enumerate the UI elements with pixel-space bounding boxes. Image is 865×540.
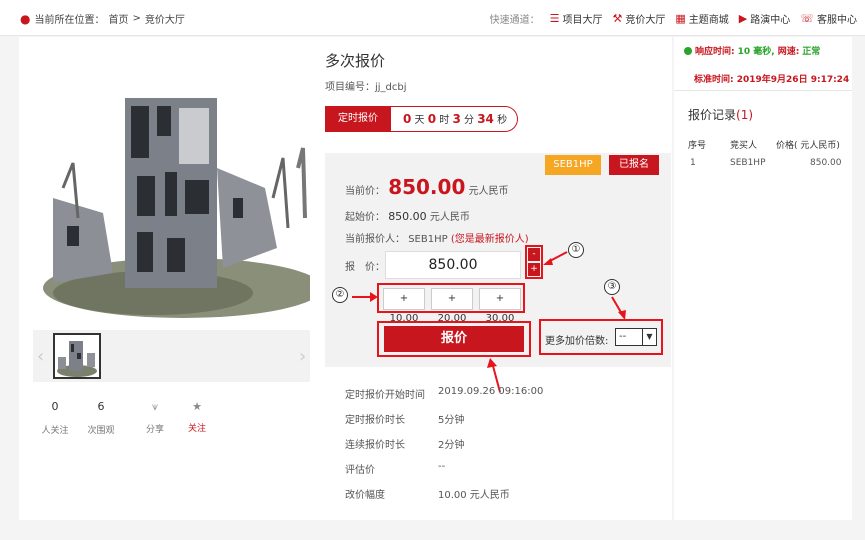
- response-value: 10 毫秒,: [737, 47, 775, 57]
- records-header-cell: 竞买人: [730, 141, 758, 151]
- detail-value: --: [438, 461, 446, 472]
- response-status: 响应时间: 10 毫秒, 网速: 正常: [684, 44, 820, 57]
- annotation-1: ①: [568, 242, 584, 258]
- detail-row: 定时报价开始时间 2019.09.26 09:16:00: [345, 386, 543, 401]
- detail-label: 评估价: [345, 465, 375, 476]
- annotation-3: ③: [604, 279, 620, 295]
- detail-label: 改价幅度: [345, 490, 385, 501]
- records-header-cell: 序号: [688, 141, 707, 151]
- response-label: 响应时间:: [695, 47, 735, 57]
- detail-row: 连续报价时长 2分钟: [345, 436, 464, 451]
- records-cell: 1: [690, 158, 696, 168]
- records-title-text: 报价记录: [688, 108, 737, 122]
- detail-label: 定时报价时长: [345, 415, 405, 426]
- status-dot-icon: [684, 46, 692, 55]
- standard-time: 标准时间: 2019年9月26日 9:17:24: [694, 75, 850, 85]
- detail-row: 评估价 --: [345, 461, 445, 476]
- detail-value: 10.00 元人民币: [438, 490, 510, 501]
- detail-label: 连续报价时长: [345, 440, 405, 451]
- records-count: (1): [736, 108, 754, 122]
- net-value: 正常: [802, 47, 821, 57]
- net-label: 网速:: [777, 47, 800, 57]
- detail-value: 5分钟: [438, 415, 465, 426]
- detail-value: 2019.09.26 09:16:00: [438, 386, 544, 397]
- records-cell: SEB1HP: [730, 158, 766, 168]
- detail-value: 2分钟: [438, 440, 465, 451]
- detail-row: 定时报价时长 5分钟: [345, 411, 464, 426]
- records-header-cell: 价格( 元人民币): [776, 141, 840, 151]
- divider: [674, 90, 852, 91]
- detail-label: 定时报价开始时间: [345, 390, 425, 401]
- records-cell: 850.00: [810, 158, 842, 168]
- detail-row: 改价幅度 10.00 元人民币: [345, 486, 510, 501]
- records-title: 报价记录(1): [688, 106, 753, 123]
- annotation-2: ②: [332, 287, 348, 303]
